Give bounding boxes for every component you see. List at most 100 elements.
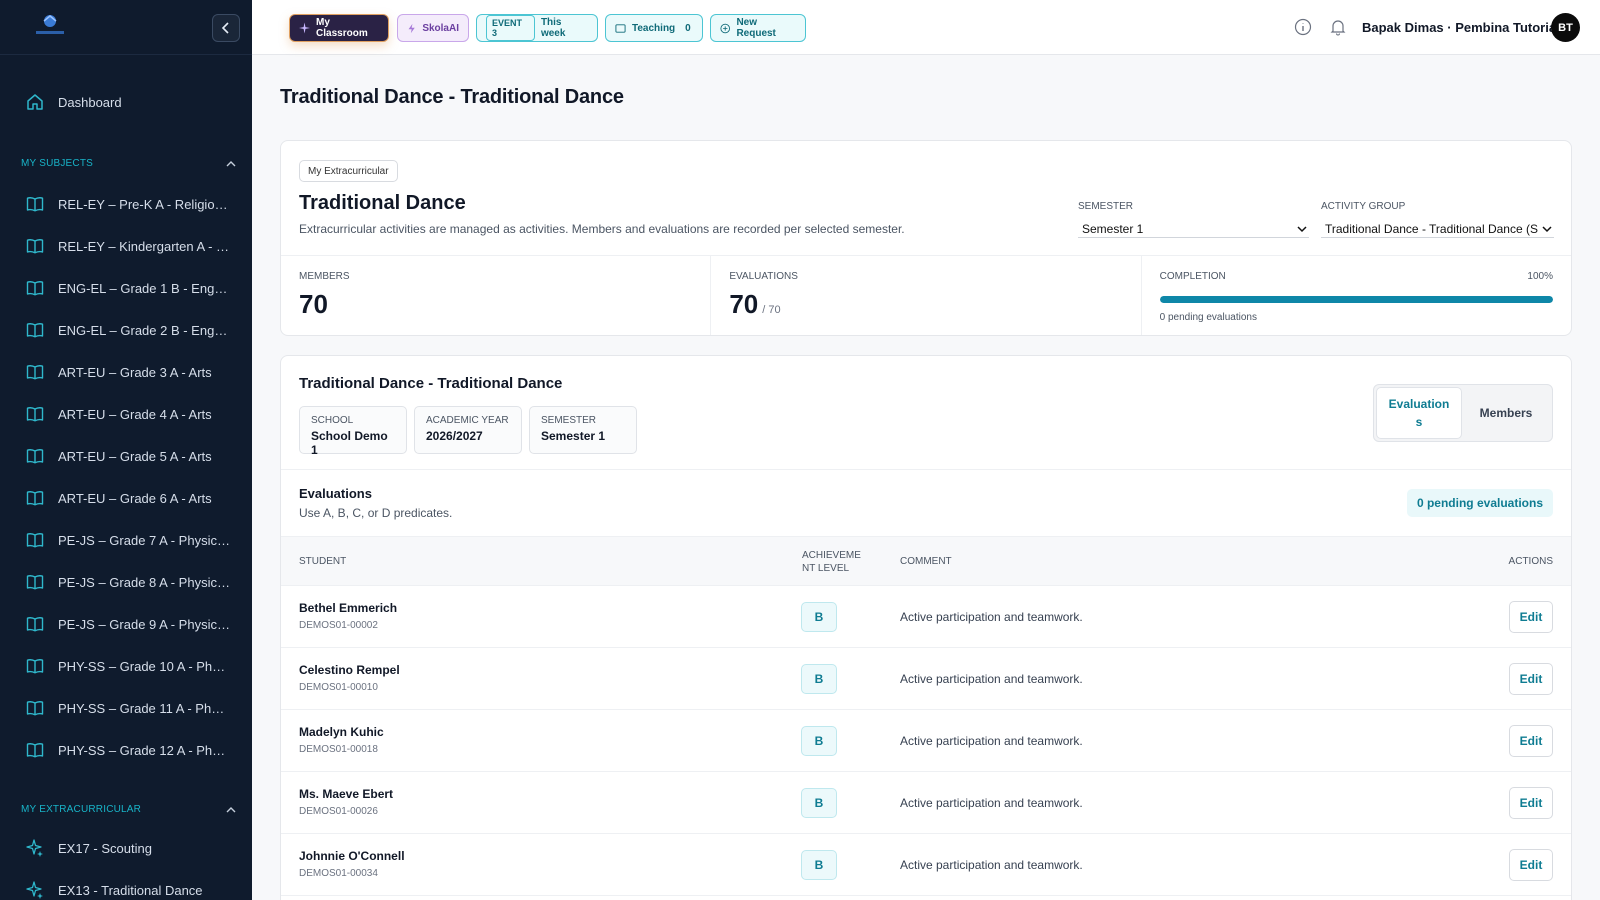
- teaching-count: 0: [685, 22, 691, 34]
- event-button[interactable]: EVENT 3 This week: [476, 14, 598, 42]
- sidebar-item-subject[interactable]: ART-EU – Grade 6 A - Arts: [0, 480, 252, 516]
- evaluation-comment: Active participation and teamwork.: [900, 858, 1083, 872]
- sidebar-item-label: ENG-EL – Grade 2 B - English: [58, 322, 230, 338]
- completion-stat: COMPLETION 100% 0 pending evaluations: [1142, 256, 1571, 335]
- sidebar-item-subject[interactable]: REL-EY – Pre-K A - Religious a...: [0, 186, 252, 222]
- edit-button[interactable]: Edit: [1509, 663, 1553, 695]
- school-info: SCHOOL School Demo 1: [299, 406, 407, 457]
- activity-group-select[interactable]: Traditional Dance - Traditional Dance (S: [1321, 220, 1554, 238]
- sidebar-item-label: EX13 - Traditional Dance: [58, 882, 203, 898]
- evaluation-comment: Active participation and teamwork.: [900, 734, 1083, 748]
- book-icon: [615, 23, 626, 33]
- school-logo[interactable]: [32, 12, 68, 40]
- sidebar-item-subject[interactable]: PHY-SS – Grade 12 A - Physics: [0, 732, 252, 768]
- book-icon: [24, 277, 46, 299]
- summary-card: My Extracurricular Traditional Dance Ext…: [280, 140, 1572, 336]
- sidebar-item-subject[interactable]: PHY-SS – Grade 11 A - Physics: [0, 690, 252, 726]
- detail-title: Traditional Dance - Traditional Dance: [299, 375, 563, 392]
- col-comment: COMMENT: [900, 556, 952, 567]
- academic-year-info: ACADEMIC YEAR 2026/2027: [414, 406, 522, 454]
- sidebar-item-subject[interactable]: PE-JS – Grade 9 A - Physical E...: [0, 606, 252, 642]
- section-title: MY SUBJECTS: [21, 158, 94, 169]
- table-header: STUDENT ACHIEVEME NT LEVEL COMMENT ACTIO…: [281, 536, 1571, 586]
- sidebar-item-label: PHY-SS – Grade 10 A - Physics: [58, 658, 230, 674]
- evaluations-label: EVALUATIONS: [729, 271, 798, 282]
- info-icon[interactable]: [1293, 17, 1313, 37]
- student-name: Ms. Maeve Ebert: [299, 787, 394, 801]
- edit-button[interactable]: Edit: [1509, 725, 1553, 757]
- my-classroom-label: My Classroom: [316, 17, 368, 39]
- academic-year-value: 2026/2027: [426, 429, 483, 443]
- sidebar-item-label: Dashboard: [58, 94, 122, 110]
- members-stat: MEMBERS 70: [281, 256, 712, 335]
- edit-button[interactable]: Edit: [1509, 787, 1553, 819]
- student-name: Celestino Rempel: [299, 663, 400, 677]
- sidebar-item-subject[interactable]: ENG-EL – Grade 1 B - English: [0, 270, 252, 306]
- student-id: DEMOS01-00002: [299, 620, 378, 631]
- activity-title: Traditional Dance: [299, 192, 466, 214]
- collapse-sidebar-button[interactable]: [212, 14, 240, 42]
- completion-progress-bar: [1159, 296, 1553, 303]
- sidebar-item-subject[interactable]: ENG-EL – Grade 2 B - English: [0, 312, 252, 348]
- sidebar-item-label: ART-EU – Grade 6 A - Arts: [58, 490, 212, 506]
- home-icon: [24, 91, 46, 113]
- evaluations-value-wrap: 70/ 70: [729, 289, 780, 320]
- sidebar-item-extracurricular[interactable]: EX17 - Scouting: [0, 830, 252, 866]
- evaluations-subtitle: Use A, B, C, or D predicates.: [299, 506, 453, 520]
- table-row: Bethel Emmerich DEMOS01-00002 B Active part…: [281, 586, 1571, 648]
- evaluation-comment: Active participation and teamwork.: [900, 796, 1083, 810]
- user-name[interactable]: Bapak Dimas · Pembina Tutorial: [1362, 20, 1560, 35]
- tab-evaluations[interactable]: Evaluations: [1376, 387, 1462, 439]
- my-subjects-section-header[interactable]: MY SUBJECTS: [21, 158, 236, 169]
- sidebar-item-subject[interactable]: ART-EU – Grade 3 A - Arts: [0, 354, 252, 390]
- semester-select[interactable]: Semester 1: [1078, 220, 1309, 238]
- table-row: Johnnie O'Connell DEMOS01-00034 B Active pa…: [281, 834, 1571, 896]
- avatar[interactable]: BT: [1551, 13, 1580, 42]
- sidebar-item-label: REL-EY – Pre-K A - Religious a...: [58, 196, 230, 212]
- sidebar-item-extracurricular[interactable]: EX13 - Traditional Dance: [0, 872, 252, 900]
- evaluations-value: 70: [729, 289, 759, 319]
- divider: [281, 469, 1571, 470]
- skolaai-button[interactable]: SkolaAI: [397, 14, 469, 42]
- view-tabs: Evaluations Members: [1373, 384, 1553, 442]
- achievement-level-badge: B: [801, 602, 837, 632]
- evaluation-comment: Active participation and teamwork.: [900, 610, 1083, 624]
- teaching-button[interactable]: Teaching 0: [605, 14, 703, 42]
- edit-button[interactable]: Edit: [1509, 849, 1553, 881]
- sidebar-item-subject[interactable]: ART-EU – Grade 5 A - Arts: [0, 438, 252, 474]
- new-request-button[interactable]: New Request: [710, 14, 806, 42]
- sidebar: Dashboard MY SUBJECTS REL-EY – Pre-K A -…: [0, 0, 252, 900]
- academic-year-label: ACADEMIC YEAR: [426, 415, 509, 426]
- book-icon: [24, 193, 46, 215]
- sidebar-item-subject[interactable]: PHY-SS – Grade 10 A - Physics: [0, 648, 252, 684]
- book-icon: [24, 571, 46, 593]
- bell-icon[interactable]: [1328, 17, 1348, 37]
- plus-circle-icon: [720, 23, 731, 33]
- chevron-down-icon: [1297, 225, 1307, 232]
- tab-members[interactable]: Members: [1462, 387, 1550, 439]
- semester-info-value: Semester 1: [541, 429, 606, 443]
- col-achievement-level: ACHIEVEME NT LEVEL: [802, 550, 861, 574]
- sparkle-icon: [24, 879, 46, 900]
- sidebar-item-label: ART-EU – Grade 5 A - Arts: [58, 448, 212, 464]
- student-name: Madelyn Kuhic: [299, 725, 384, 739]
- student-id: DEMOS01-00010: [299, 682, 378, 693]
- semester-info-label: SEMESTER: [541, 415, 597, 426]
- sidebar-item-subject[interactable]: ART-EU – Grade 4 A - Arts: [0, 396, 252, 432]
- edit-button[interactable]: Edit: [1509, 601, 1553, 633]
- my-classroom-button[interactable]: My Classroom: [289, 14, 389, 42]
- sidebar-item-label: ART-EU – Grade 4 A - Arts: [58, 406, 212, 422]
- my-extracurricular-section-header[interactable]: MY EXTRACURRICULAR: [21, 804, 236, 815]
- book-icon: [24, 235, 46, 257]
- top-bar: My Classroom SkolaAI EVENT 3 This week T…: [252, 0, 1600, 55]
- sidebar-item-dashboard[interactable]: Dashboard: [0, 84, 252, 120]
- section-title: MY EXTRACURRICULAR: [21, 804, 142, 815]
- activity-group-select-value: Traditional Dance - Traditional Dance (S: [1325, 221, 1538, 236]
- sidebar-item-subject[interactable]: REL-EY – Kindergarten A - Reli...: [0, 228, 252, 264]
- school-label: SCHOOL: [311, 415, 354, 426]
- book-icon: [24, 487, 46, 509]
- pending-note: 0 pending evaluations: [1159, 312, 1257, 323]
- sidebar-item-subject[interactable]: PE-JS – Grade 7 A - Physical E...: [0, 522, 252, 558]
- book-icon: [24, 739, 46, 761]
- sidebar-item-subject[interactable]: PE-JS – Grade 8 A - Physical E...: [0, 564, 252, 600]
